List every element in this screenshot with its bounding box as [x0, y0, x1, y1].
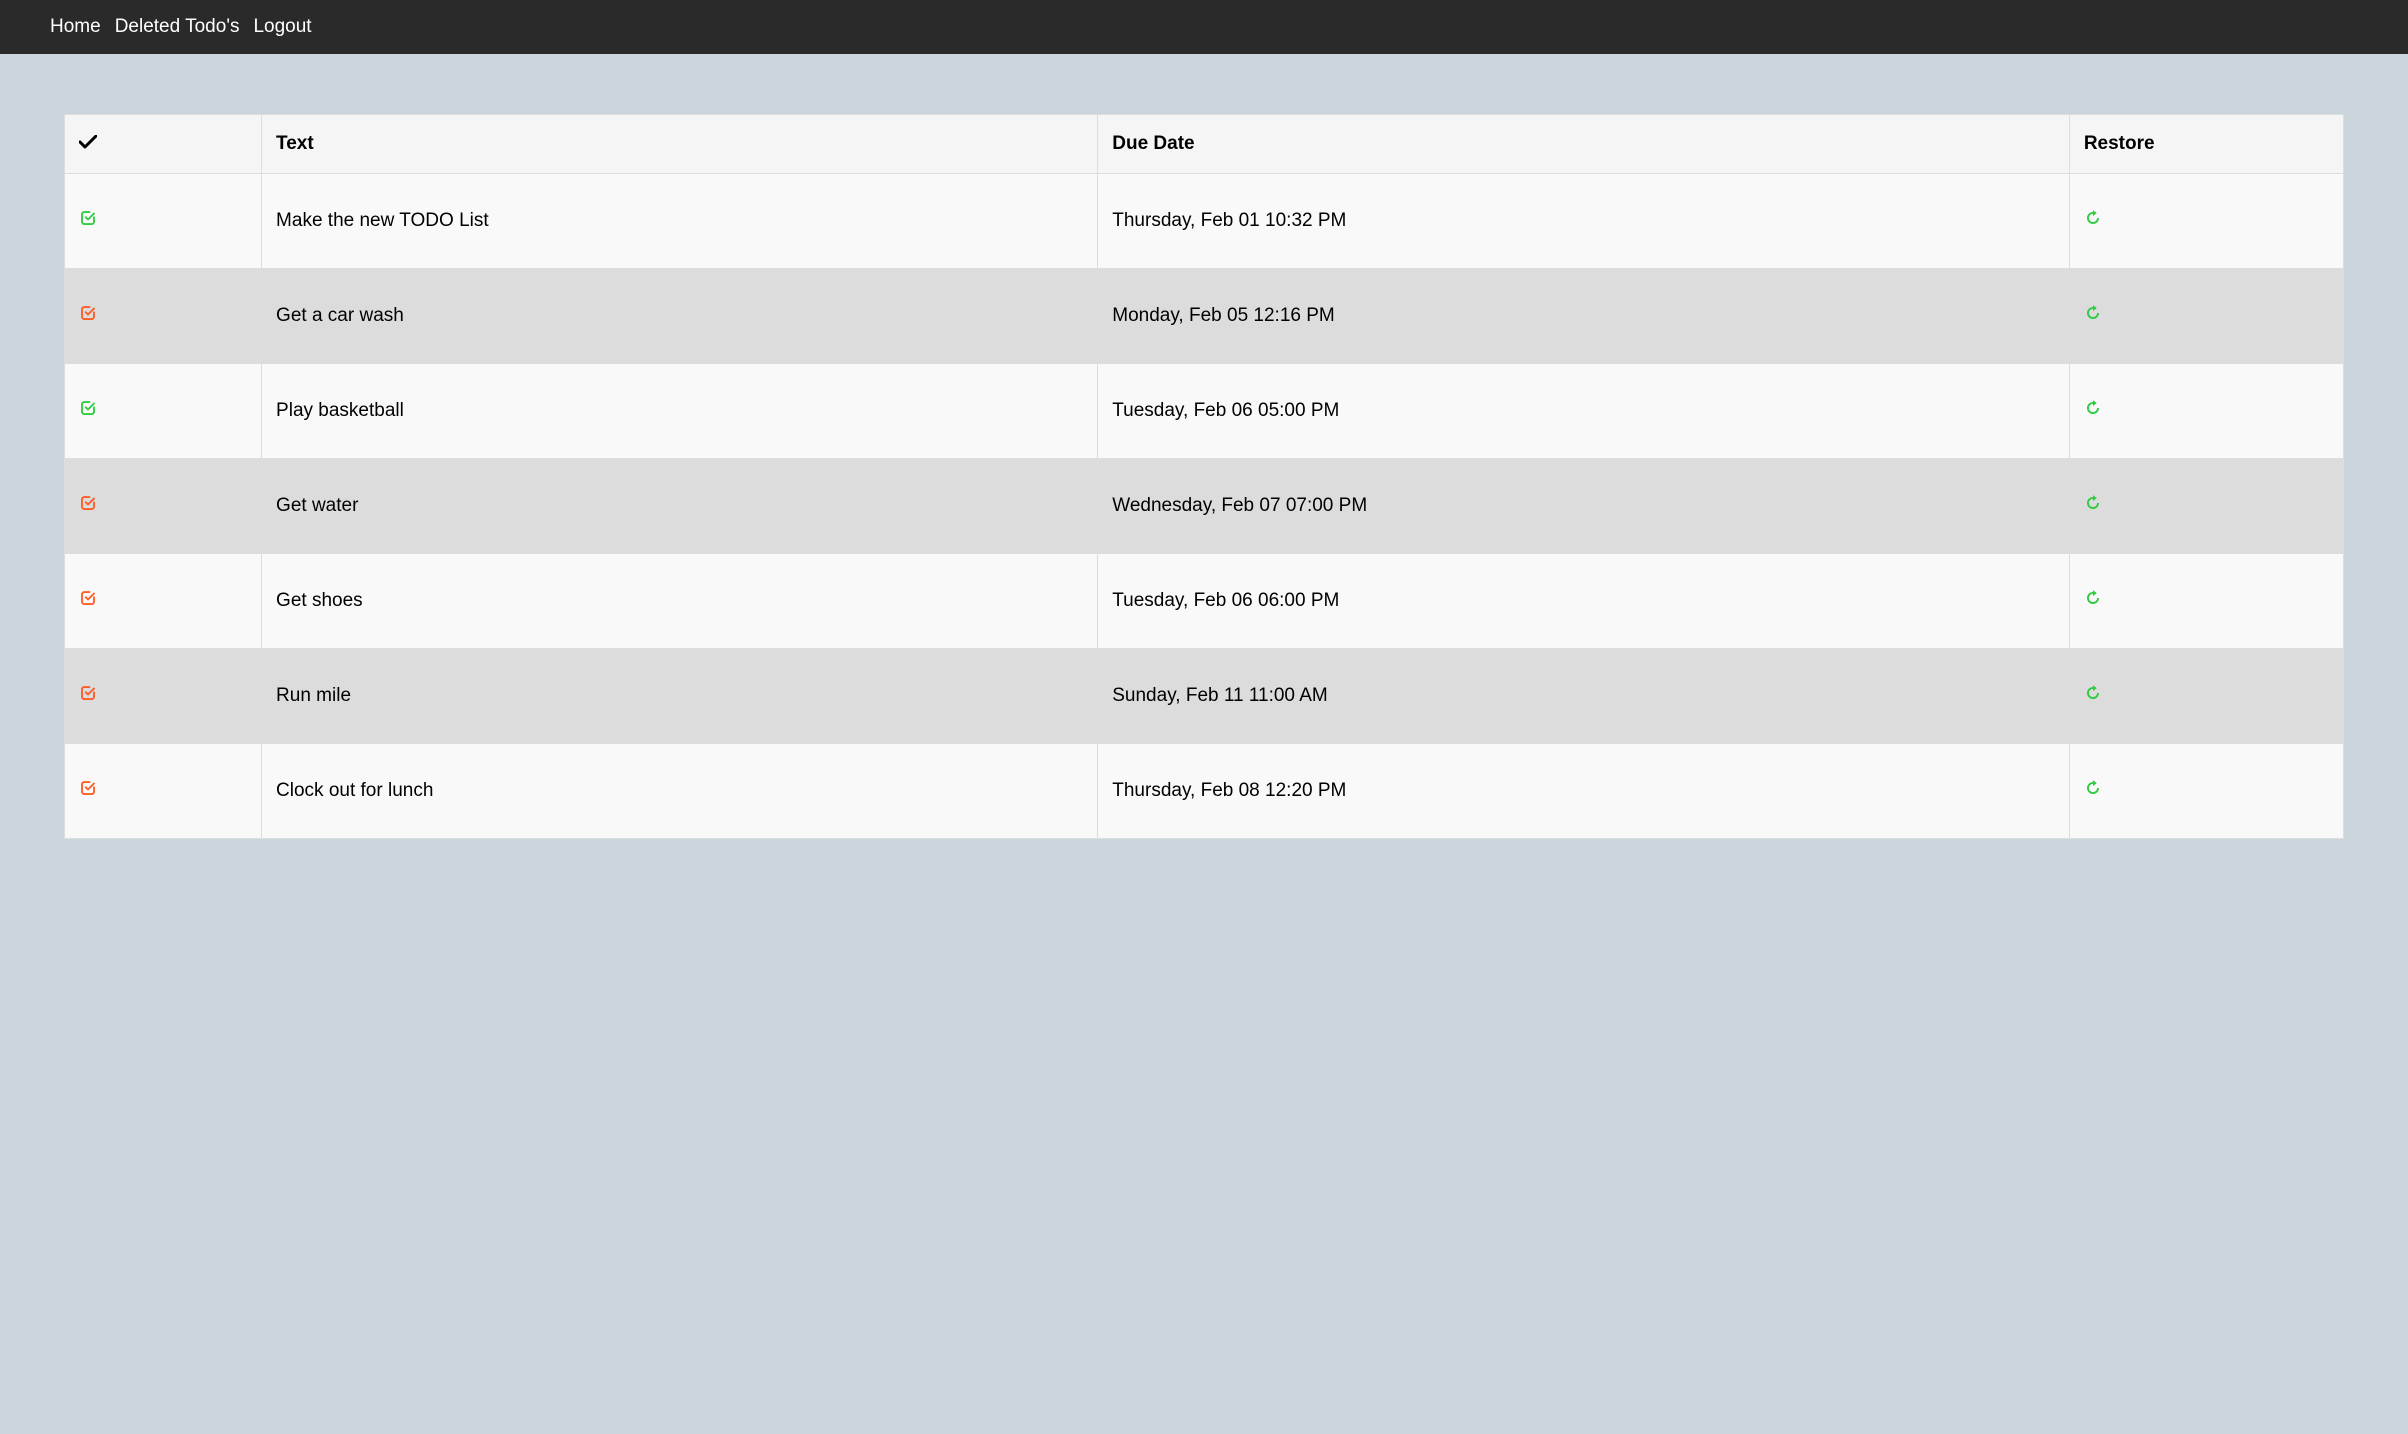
restore-icon[interactable] [2084, 399, 2102, 423]
cell-due-date: Monday, Feb 05 12:16 PM [1098, 269, 2070, 364]
status-check-icon [79, 304, 97, 328]
restore-icon[interactable] [2084, 684, 2102, 708]
cell-text: Get water [262, 459, 1098, 554]
restore-icon[interactable] [2084, 304, 2102, 328]
nav-deleted-todos[interactable]: Deleted Todo's [113, 16, 242, 38]
cell-status [65, 364, 262, 459]
cell-text: Play basketball [262, 364, 1098, 459]
cell-text: Run mile [262, 649, 1098, 744]
cell-text: Make the new TODO List [262, 174, 1098, 269]
cell-restore [2069, 364, 2343, 459]
cell-status [65, 174, 262, 269]
cell-restore [2069, 459, 2343, 554]
restore-icon[interactable] [2084, 589, 2102, 613]
cell-due-date: Tuesday, Feb 06 05:00 PM [1098, 364, 2070, 459]
nav-logout[interactable]: Logout [251, 16, 313, 38]
table-row: Play basketballTuesday, Feb 06 05:00 PM [65, 364, 2344, 459]
cell-restore [2069, 649, 2343, 744]
cell-due-date: Sunday, Feb 11 11:00 AM [1098, 649, 2070, 744]
navbar: Home Deleted Todo's Logout [0, 0, 2408, 54]
header-due-date: Due Date [1098, 115, 2070, 174]
cell-restore [2069, 554, 2343, 649]
cell-status [65, 649, 262, 744]
cell-due-date: Thursday, Feb 08 12:20 PM [1098, 744, 2070, 839]
status-check-icon [79, 779, 97, 803]
cell-due-date: Tuesday, Feb 06 06:00 PM [1098, 554, 2070, 649]
header-text: Text [262, 115, 1098, 174]
cell-text: Get a car wash [262, 269, 1098, 364]
table-row: Get waterWednesday, Feb 07 07:00 PM [65, 459, 2344, 554]
cell-text: Clock out for lunch [262, 744, 1098, 839]
cell-due-date: Thursday, Feb 01 10:32 PM [1098, 174, 2070, 269]
status-check-icon [79, 684, 97, 708]
status-check-icon [79, 209, 97, 233]
restore-icon[interactable] [2084, 209, 2102, 233]
cell-status [65, 744, 262, 839]
status-check-icon [79, 494, 97, 518]
status-check-icon [79, 589, 97, 613]
cell-restore [2069, 269, 2343, 364]
cell-status [65, 554, 262, 649]
cell-status [65, 459, 262, 554]
check-icon [79, 133, 97, 155]
restore-icon[interactable] [2084, 494, 2102, 518]
main-content: Text Due Date Restore Make the new TODO … [0, 54, 2408, 899]
table-row: Run mileSunday, Feb 11 11:00 AM [65, 649, 2344, 744]
status-check-icon [79, 399, 97, 423]
header-status [65, 115, 262, 174]
table-header-row: Text Due Date Restore [65, 115, 2344, 174]
header-restore: Restore [2069, 115, 2343, 174]
table-row: Get a car washMonday, Feb 05 12:16 PM [65, 269, 2344, 364]
deleted-todos-table: Text Due Date Restore Make the new TODO … [64, 114, 2344, 839]
cell-restore [2069, 744, 2343, 839]
nav-home[interactable]: Home [48, 16, 103, 38]
cell-status [65, 269, 262, 364]
table-row: Get shoesTuesday, Feb 06 06:00 PM [65, 554, 2344, 649]
cell-text: Get shoes [262, 554, 1098, 649]
table-row: Clock out for lunchThursday, Feb 08 12:2… [65, 744, 2344, 839]
cell-due-date: Wednesday, Feb 07 07:00 PM [1098, 459, 2070, 554]
cell-restore [2069, 174, 2343, 269]
table-row: Make the new TODO ListThursday, Feb 01 1… [65, 174, 2344, 269]
restore-icon[interactable] [2084, 779, 2102, 803]
